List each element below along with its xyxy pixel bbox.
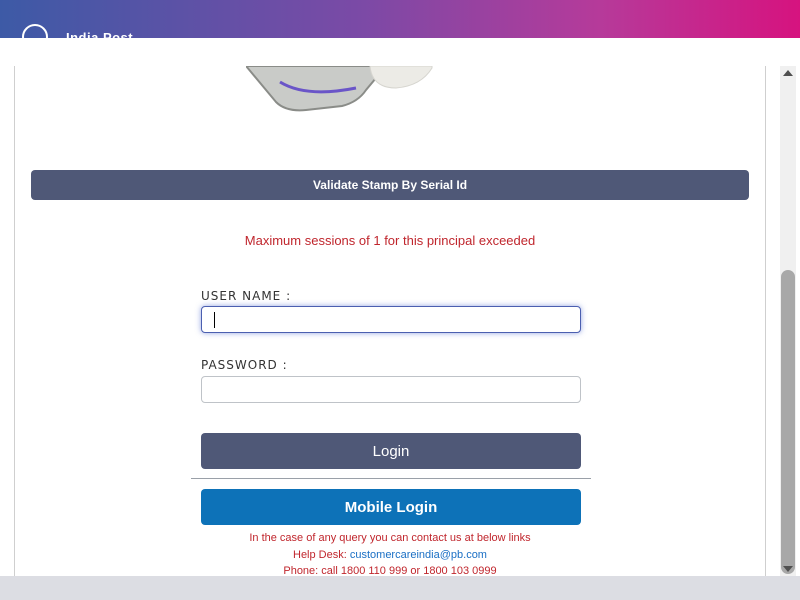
bottom-bar — [0, 576, 800, 600]
device-image — [246, 66, 433, 112]
helpdesk-line: Help Desk: customercareindia@pb.com — [0, 549, 780, 561]
username-input[interactable] — [201, 306, 581, 333]
text-caret — [214, 312, 215, 328]
login-button[interactable]: Login — [201, 433, 581, 469]
helpdesk-email-link[interactable]: customercareindia@pb.com — [350, 549, 487, 561]
scrollbar-thumb[interactable] — [781, 270, 795, 574]
validate-stamp-button[interactable]: Validate Stamp By Serial Id — [31, 170, 749, 200]
username-label: USER NAME : — [201, 289, 292, 303]
helpdesk-prefix: Help Desk: — [293, 549, 350, 561]
scroll-up-icon[interactable] — [783, 70, 793, 76]
panel-border-left — [14, 66, 15, 576]
panel-border-right — [765, 66, 766, 576]
header-overlay — [0, 38, 792, 66]
help-text: In the case of any query you can contact… — [249, 532, 531, 544]
divider — [191, 478, 591, 479]
password-label: PASSWORD : — [201, 358, 288, 372]
mobile-login-button[interactable]: Mobile Login — [201, 489, 581, 525]
password-input[interactable] — [201, 376, 581, 403]
error-message: Maximum sessions of 1 for this principal… — [244, 233, 536, 248]
scroll-down-icon[interactable] — [783, 566, 793, 572]
